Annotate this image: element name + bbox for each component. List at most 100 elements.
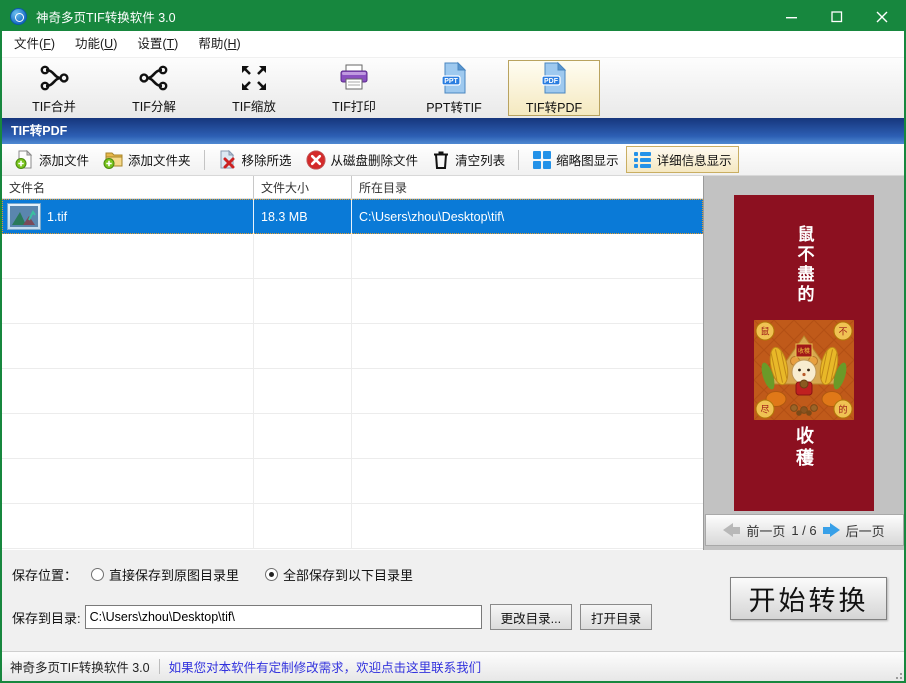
resize-grip[interactable]	[892, 669, 902, 679]
next-page-arrow-icon[interactable]	[822, 523, 840, 537]
add-folder-icon	[103, 152, 123, 169]
page-indicator: 1 / 6	[791, 522, 817, 538]
app-icon	[10, 8, 27, 25]
menu-file[interactable]: 文件(F)	[4, 31, 65, 57]
menu-function[interactable]: 功能(U)	[65, 31, 127, 57]
svg-text:的: 的	[838, 404, 847, 415]
file-size: 18.3 MB	[254, 199, 352, 234]
radio-label: 直接保存到原图目录里	[109, 568, 240, 583]
empty-row	[2, 414, 703, 459]
table-row[interactable]: 1.tif 18.3 MB C:\Users\zhou\Desktop\tif\	[2, 199, 703, 234]
radio-label: 全部保存到以下目录里	[283, 568, 414, 583]
action-label: 移除所选	[241, 154, 292, 168]
save-section: 保存位置： 直接保存到原图目录里 全部保存到以下目录里 保存到目录: 更改目录.…	[2, 550, 904, 651]
contact-link[interactable]: 如果您对本软件有定制修改需求，欢迎点击这里联系我们	[169, 657, 482, 676]
main-toolbar: TIF合并 TIF分解 TIF缩放 TIF打印 PPT PPT转TIF PDF …	[2, 58, 904, 118]
action-label: 清空列表	[455, 154, 506, 168]
previous-page-label[interactable]: 前一页	[746, 521, 785, 540]
tool-label: TIF合并	[32, 100, 76, 114]
previous-page-arrow-icon[interactable]	[723, 523, 741, 537]
tool-label: TIF转PDF	[525, 100, 583, 115]
page-navigator: 前一页 1 / 6 后一页	[704, 514, 904, 546]
empty-row	[2, 234, 703, 279]
detail-view-button[interactable]: 详细信息显示	[625, 146, 739, 173]
scale-icon	[238, 61, 270, 94]
file-name: 1.tif	[47, 209, 68, 224]
radio-save-original-dir[interactable]: 直接保存到原图目录里	[91, 565, 239, 584]
main-area: 文件名 文件大小 所在目录 1.tif 18.3 MB C:\Users\zho…	[2, 176, 904, 550]
maximize-button[interactable]	[814, 2, 859, 31]
merge-icon	[38, 61, 70, 94]
thumbnail-view-button[interactable]: 缩略图显示	[525, 146, 626, 173]
action-label: 详细信息显示	[656, 154, 732, 168]
column-header-directory[interactable]: 所在目录	[352, 176, 703, 198]
svg-text:PPT: PPT	[444, 78, 458, 85]
ppt-to-tif-button[interactable]: PPT PPT转TIF	[408, 60, 500, 116]
svg-text:不: 不	[838, 327, 847, 337]
window-title: 神奇多页TIF转换软件 3.0	[36, 11, 176, 25]
detail-view-icon	[633, 152, 651, 168]
minimize-icon	[785, 16, 797, 18]
minimize-button[interactable]	[769, 2, 814, 31]
pdf-doc-icon: PDF	[538, 61, 570, 95]
svg-text:尽: 尽	[760, 405, 769, 415]
empty-row	[2, 324, 703, 369]
save-location-label: 保存位置：	[12, 568, 78, 583]
column-header-filename[interactable]: 文件名	[2, 176, 254, 198]
tool-label: PPT转TIF	[426, 100, 482, 115]
add-folder-button[interactable]: 添加文件夹	[96, 146, 198, 173]
delete-from-disk-button[interactable]: 从磁盘删除文件	[299, 146, 426, 174]
tif-to-pdf-button[interactable]: PDF TIF转PDF	[508, 60, 600, 116]
statusbar-app-name: 神奇多页TIF转换软件 3.0	[10, 661, 150, 675]
clear-list-button[interactable]: 清空列表	[425, 146, 512, 174]
preview-panel: 鼠不盡的 收穫 鼠 不 尽 的 收穫 前一页 1 / 6 后一页	[703, 176, 904, 550]
file-directory: C:\Users\zhou\Desktop\tif\	[359, 209, 505, 224]
radio-save-custom-dir[interactable]: 全部保存到以下目录里	[265, 565, 413, 584]
tif-scale-button[interactable]: TIF缩放	[208, 60, 300, 116]
empty-row	[2, 279, 703, 324]
poster-illustration: 收穫 鼠 不 尽 的	[754, 320, 854, 420]
poster-title-text: 鼠不盡的	[794, 225, 814, 305]
svg-text:收穫: 收穫	[798, 347, 810, 355]
separator	[203, 149, 205, 170]
thumbnail-view-icon	[533, 151, 552, 169]
empty-row	[2, 459, 703, 504]
next-page-label[interactable]: 后一页	[846, 521, 885, 540]
svg-text:PDF: PDF	[544, 78, 559, 85]
tif-split-button[interactable]: TIF分解	[108, 60, 200, 116]
close-icon	[876, 11, 887, 22]
save-dir-input[interactable]	[84, 605, 482, 629]
save-dir-label: 保存到目录:	[12, 610, 81, 626]
list-header: 文件名 文件大小 所在目录	[2, 176, 703, 199]
tool-label: TIF分解	[132, 100, 176, 114]
close-button[interactable]	[859, 2, 904, 31]
statusbar: 神奇多页TIF转换软件 3.0 如果您对本软件有定制修改需求，欢迎点击这里联系我…	[2, 651, 904, 681]
poster-bottom-text: 收穫	[794, 426, 814, 470]
maximize-icon	[830, 10, 842, 22]
change-dir-button[interactable]: 更改目录...	[489, 604, 573, 630]
menu-help[interactable]: 帮助(H)	[188, 31, 250, 57]
file-thumbnail-icon	[7, 203, 41, 230]
printer-icon	[337, 61, 371, 94]
open-dir-button[interactable]: 打开目录	[580, 604, 653, 630]
empty-row	[2, 369, 703, 414]
menubar: 文件(F) 功能(U) 设置(T) 帮助(H)	[2, 31, 904, 58]
delete-from-disk-icon	[306, 150, 326, 169]
menu-settings[interactable]: 设置(T)	[127, 31, 188, 57]
app-window: 神奇多页TIF转换软件 3.0 文件(F) 功能(U) 设置(T) 帮助(H) …	[0, 0, 906, 683]
column-header-filesize[interactable]: 文件大小	[254, 176, 352, 198]
tif-print-button[interactable]: TIF打印	[308, 60, 400, 116]
start-convert-button[interactable]: 开始转换	[730, 577, 887, 620]
separator	[518, 149, 520, 170]
ppt-doc-icon: PPT	[438, 61, 470, 95]
split-icon	[138, 61, 170, 94]
titlebar: 神奇多页TIF转换软件 3.0	[2, 2, 904, 31]
action-label: 添加文件夹	[128, 154, 191, 168]
tif-merge-button[interactable]: TIF合并	[8, 60, 100, 116]
radio-icon[interactable]	[265, 568, 279, 581]
preview-image: 鼠不盡的 收穫 鼠 不 尽 的 收穫	[734, 195, 874, 511]
remove-selected-button[interactable]: 移除所选	[211, 146, 299, 173]
empty-row	[2, 504, 703, 549]
radio-icon[interactable]	[91, 568, 105, 581]
add-file-button[interactable]: 添加文件	[8, 146, 96, 173]
